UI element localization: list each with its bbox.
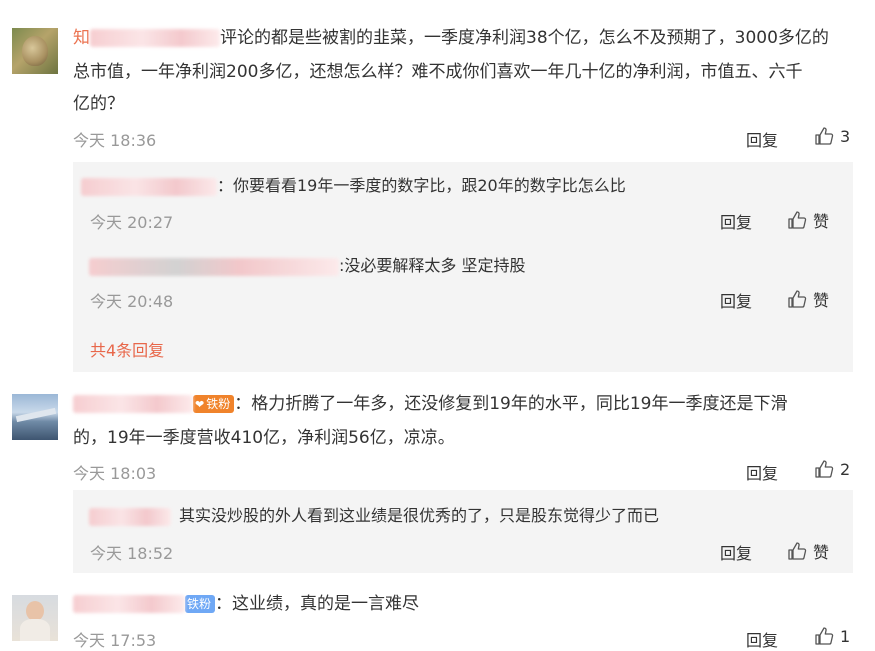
- reply-time: 今天 20:27: [90, 213, 174, 232]
- reply-button[interactable]: 回复: [746, 627, 778, 651]
- thumbs-up-icon: [787, 541, 807, 561]
- like-button[interactable]: 3: [814, 126, 850, 146]
- like-button[interactable]: 2: [814, 459, 850, 479]
- comment-item: ❤ 铁粉 ：格力折腾了一年多，还没修复到19年的水平，同比19年一季度还是下滑 的，…: [0, 380, 875, 580]
- thumbs-up-icon: [814, 459, 834, 479]
- comment-text-line: 亿的？: [73, 94, 124, 114]
- reply-button[interactable]: 回复: [720, 288, 752, 312]
- more-replies-link[interactable]: 共4条回复: [90, 337, 164, 361]
- thumbs-up-icon: [814, 626, 834, 646]
- comment-time: 今天 17:53: [73, 631, 157, 650]
- avatar[interactable]: [12, 28, 58, 74]
- comment-text-line: 总市值，一年净利润200多亿，还想怎么样？难不成你们喜欢一年几十亿的净利润，市值…: [73, 62, 803, 82]
- reply-username-blur[interactable]: [89, 257, 339, 276]
- username-blur: [90, 29, 220, 47]
- reply-username-blur[interactable]: [89, 507, 171, 526]
- username-blur[interactable]: [73, 595, 185, 613]
- comment-text: 知评论的都是些被割的韭菜，一季度净利润38个亿，怎么不及预期了，3000多亿的: [73, 28, 829, 48]
- like-label: 赞: [813, 543, 830, 562]
- reply-time: 今天 20:48: [90, 292, 174, 311]
- comment-text-line: 的，19年一季度营收410亿，净利润56亿，凉凉。: [73, 428, 455, 448]
- reply-button[interactable]: 回复: [746, 460, 778, 484]
- reply-thread: ：你要看看19年一季度的数字比，跟20年的数字比怎么比 今天 20:27 回复 …: [73, 162, 853, 372]
- username-blur[interactable]: [73, 395, 193, 413]
- comment-text: 铁粉 ：这业绩，真的是一言难尽: [73, 590, 419, 619]
- like-button[interactable]: 1: [814, 626, 850, 646]
- like-count: 2: [840, 459, 851, 479]
- comment-item: 铁粉 ：这业绩，真的是一言难尽 今天 17:53 回复 1: [0, 585, 875, 650]
- thumbs-up-icon: [787, 289, 807, 309]
- comment-time: 今天 18:03: [73, 464, 157, 483]
- reply-username-blur[interactable]: [81, 177, 217, 196]
- comment-item: 知评论的都是些被割的韭菜，一季度净利润38个亿，怎么不及预期了，3000多亿的 …: [0, 0, 875, 380]
- like-button[interactable]: 赞: [787, 539, 829, 563]
- comment-text: ❤ 铁粉 ：格力折腾了一年多，还没修复到19年的水平，同比19年一季度还是下滑: [73, 390, 788, 419]
- thumbs-up-icon: [787, 210, 807, 230]
- like-label: 赞: [813, 212, 830, 231]
- reply-text: 其实没炒股的外人看到这业绩是很优秀的了，只是股东觉得少了而已: [89, 504, 659, 528]
- reply-button[interactable]: 回复: [720, 209, 752, 233]
- comment-time: 今天 18:36: [73, 131, 157, 150]
- like-label: 赞: [813, 291, 830, 310]
- reply-time: 今天 18:52: [90, 544, 174, 563]
- like-button[interactable]: 赞: [787, 208, 829, 232]
- fan-badge-icon: ❤: [195, 397, 205, 411]
- reply-text: ：你要看看19年一季度的数字比，跟20年的数字比怎么比: [81, 174, 626, 198]
- fan-badge: ❤ 铁粉: [193, 395, 235, 413]
- reply-text: :没必要解释太多 坚定持股: [89, 254, 525, 278]
- thumbs-up-icon: [814, 126, 834, 146]
- reply-button[interactable]: 回复: [720, 540, 752, 564]
- like-count: 3: [840, 126, 851, 146]
- avatar[interactable]: [12, 595, 58, 641]
- reply-thread: 其实没炒股的外人看到这业绩是很优秀的了，只是股东觉得少了而已 今天 18:52 …: [73, 490, 853, 573]
- username[interactable]: 知: [73, 28, 90, 48]
- like-button[interactable]: 赞: [787, 287, 829, 311]
- avatar[interactable]: [12, 394, 58, 440]
- reply-button[interactable]: 回复: [746, 127, 778, 151]
- fan-badge: 铁粉: [185, 595, 216, 613]
